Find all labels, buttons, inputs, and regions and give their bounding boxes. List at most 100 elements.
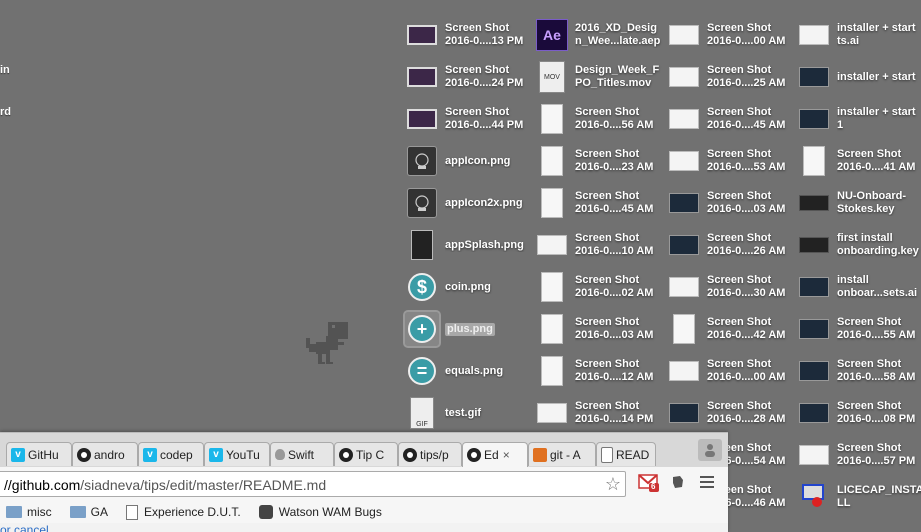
desktop-file-item[interactable]: = equals.png: [405, 350, 535, 392]
gif-file-icon: GIF: [405, 396, 439, 430]
chrome-menu-icon[interactable]: [700, 476, 714, 491]
desktop-file-item[interactable]: Screen Shot 2016-0....02 AM: [535, 266, 665, 308]
desktop-file-item[interactable]: Screen Shot 2016-0....03 AM: [667, 182, 797, 224]
bookmark-star-icon[interactable]: ☆: [605, 474, 621, 495]
desktop-file-item[interactable]: Screen Shot 2016-0....53 AM: [667, 140, 797, 182]
desktop-file-label: plus.png: [445, 322, 495, 336]
desktop-file-item[interactable]: Screen Shot 2016-0....45 AM: [667, 98, 797, 140]
desktop-file-item[interactable]: Screen Shot 2016-0....26 AM: [667, 224, 797, 266]
browser-tab[interactable]: andro: [72, 442, 138, 466]
bookmarks-bar: misc GA Experience D.U.T. Watson WAM Bugs: [0, 501, 728, 523]
desktop-file-item[interactable]: installer + start ts.ai: [797, 14, 921, 56]
github-icon: [77, 447, 91, 462]
desktop-file-item[interactable]: Screen Shot 2016-0....28 AM: [667, 392, 797, 434]
keynote-file-icon: [797, 186, 831, 220]
browser-tab[interactable]: Swift: [270, 442, 334, 466]
desktop-file-item[interactable]: Screen Shot 2016-0....45 AM: [535, 182, 665, 224]
tab-close-icon[interactable]: ×: [503, 448, 510, 462]
desktop-file-label: test.gif: [445, 406, 482, 419]
keynote-file-icon: [797, 228, 831, 262]
desktop-file-label: appIcon2x.png: [445, 196, 523, 209]
desktop-file-item[interactable]: Screen Shot 2016-0....30 AM: [667, 266, 797, 308]
screenshot-thumbnail-icon: [797, 396, 831, 430]
vimeo-icon: v: [143, 447, 157, 462]
desktop-file-item[interactable]: Screen Shot 2016-0....41 AM: [797, 140, 921, 182]
browser-tab-label: READ: [616, 447, 650, 462]
desktop-file-label: Screen Shot 2016-0....10 AM: [575, 232, 654, 257]
desktop-file-item[interactable]: LICECAP_INSTA LL: [797, 476, 921, 518]
desktop-file-item[interactable]: Screen Shot 2016-0....10 AM: [535, 224, 665, 266]
screenshot-thumbnail-icon: [797, 438, 831, 472]
desktop-file-label: Screen Shot 2016-0....13 PM: [445, 22, 524, 47]
desktop-file-item[interactable]: Screen Shot 2016-0....00 AM: [667, 14, 797, 56]
git-rss-icon: [533, 447, 547, 462]
desktop-file-label: Screen Shot 2016-0....42 AM: [707, 316, 786, 341]
desktop-file-label: Screen Shot 2016-0....00 AM: [707, 22, 786, 47]
desktop-file-item[interactable]: Screen Shot 2016-0....14 PM: [535, 392, 665, 434]
profile-icon[interactable]: [698, 439, 722, 461]
desktop-file-item[interactable]: install onboar...sets.ai: [797, 266, 921, 308]
desktop-file-label: Screen Shot 2016-0....08 PM: [837, 400, 916, 425]
bookmark-item[interactable]: misc: [6, 505, 52, 519]
screenshot-thumbnail-icon: [535, 102, 569, 136]
browser-tab[interactable]: v GitHu: [6, 442, 72, 466]
browser-tab-label: YouTu: [226, 447, 260, 462]
desktop-file-label: Screen Shot 2016-0....00 AM: [707, 358, 786, 383]
desktop-file-item[interactable]: Screen Shot 2016-0....12 AM: [535, 350, 665, 392]
desktop-file-item[interactable]: Screen Shot 2016-0....03 AM: [535, 308, 665, 350]
browser-tab[interactable]: READ: [596, 442, 656, 466]
screenshot-thumbnail-icon: [667, 312, 701, 346]
desktop-file-item[interactable]: Screen Shot 2016-0....08 PM: [797, 392, 921, 434]
desktop-file-item[interactable]: appSplash.png: [405, 224, 535, 266]
tab-strip: v GitHu andro v codep v YouTu Swift Tip Ctips/p E…: [0, 433, 728, 467]
desktop-file-label: Screen Shot 2016-0....45 AM: [707, 106, 786, 131]
screenshot-thumbnail-icon: [797, 144, 831, 178]
desktop-file-item[interactable]: Ae 2016_XD_Desig n_Wee...late.aep: [535, 14, 665, 56]
vimeo-icon: v: [209, 447, 223, 462]
desktop-file-item[interactable]: Screen Shot 2016-0....55 AM: [797, 308, 921, 350]
browser-tab[interactable]: Ed ×: [462, 442, 528, 467]
movie-file-icon: MOV: [535, 60, 569, 94]
desktop-file-item[interactable]: Screen Shot 2016-0....13 PM: [405, 14, 535, 56]
browser-tab[interactable]: Tip C: [334, 442, 398, 466]
gmail-extension-icon[interactable]: 6: [638, 472, 660, 492]
desktop-file-item[interactable]: $ coin.png: [405, 266, 535, 308]
bookmark-item[interactable]: GA: [69, 505, 108, 519]
cancel-link[interactable]: or cancel: [0, 523, 49, 532]
browser-tab[interactable]: git - A: [528, 442, 596, 466]
desktop-file-item[interactable]: Screen Shot 2016-0....58 AM: [797, 350, 921, 392]
browser-tab[interactable]: v codep: [138, 442, 204, 466]
bookmark-item[interactable]: Experience D.U.T.: [126, 504, 241, 520]
bookmark-item[interactable]: Watson WAM Bugs: [258, 505, 382, 519]
browser-tab[interactable]: tips/p: [398, 442, 462, 466]
desktop-file-item[interactable]: Screen Shot 2016-0....44 PM: [405, 98, 535, 140]
desktop-file-label: 2016_XD_Desig n_Wee...late.aep: [575, 22, 661, 47]
png-circle-icon: $: [405, 270, 439, 304]
toolbar: //github.com/siadneva/tips/edit/master/R…: [0, 467, 728, 502]
desktop-file-item[interactable]: Screen Shot 2016-0....24 PM: [405, 56, 535, 98]
browser-tab[interactable]: v YouTu: [204, 442, 270, 466]
desktop-file-item[interactable]: installer + start 1: [797, 98, 921, 140]
desktop-file-item[interactable]: GIF test.gif: [405, 392, 535, 434]
desktop-file-label: appSplash.png: [445, 238, 524, 251]
desktop-file-item[interactable]: Screen Shot 2016-0....00 AM: [667, 350, 797, 392]
desktop-file-item[interactable]: installer + start: [797, 56, 921, 98]
desktop-file-item[interactable]: + plus.png: [403, 308, 535, 350]
desktop-file-label: LICECAP_INSTA LL: [837, 484, 921, 509]
vimeo-icon: v: [11, 447, 25, 462]
desktop-file-item[interactable]: NU-Onboard- Stokes.key: [797, 182, 921, 224]
desktop-file-item[interactable]: Screen Shot 2016-0....25 AM: [667, 56, 797, 98]
desktop-file-item[interactable]: Screen Shot 2016-0....56 AM: [535, 98, 665, 140]
desktop-file-item[interactable]: Screen Shot 2016-0....42 AM: [667, 308, 797, 350]
address-bar[interactable]: //github.com/siadneva/tips/edit/master/R…: [0, 471, 626, 497]
desktop-file-item[interactable]: appIcon.png: [405, 140, 535, 182]
desktop-file-item[interactable]: appIcon2x.png: [405, 182, 535, 224]
desktop-file-label: Screen Shot 2016-0....23 AM: [575, 148, 654, 173]
evernote-extension-icon[interactable]: [670, 474, 686, 490]
desktop-file-item[interactable]: MOV Design_Week_F PO_Titles.mov: [535, 56, 665, 98]
desktop-file-item[interactable]: Screen Shot 2016-0....57 PM: [797, 434, 921, 476]
desktop-file-item[interactable]: Screen Shot 2016-0....23 AM: [535, 140, 665, 182]
desktop-file-item[interactable]: first install onboarding.key: [797, 224, 921, 266]
gmail-count-badge: 6: [651, 482, 656, 491]
browser-tab-label: Swift: [288, 447, 315, 462]
